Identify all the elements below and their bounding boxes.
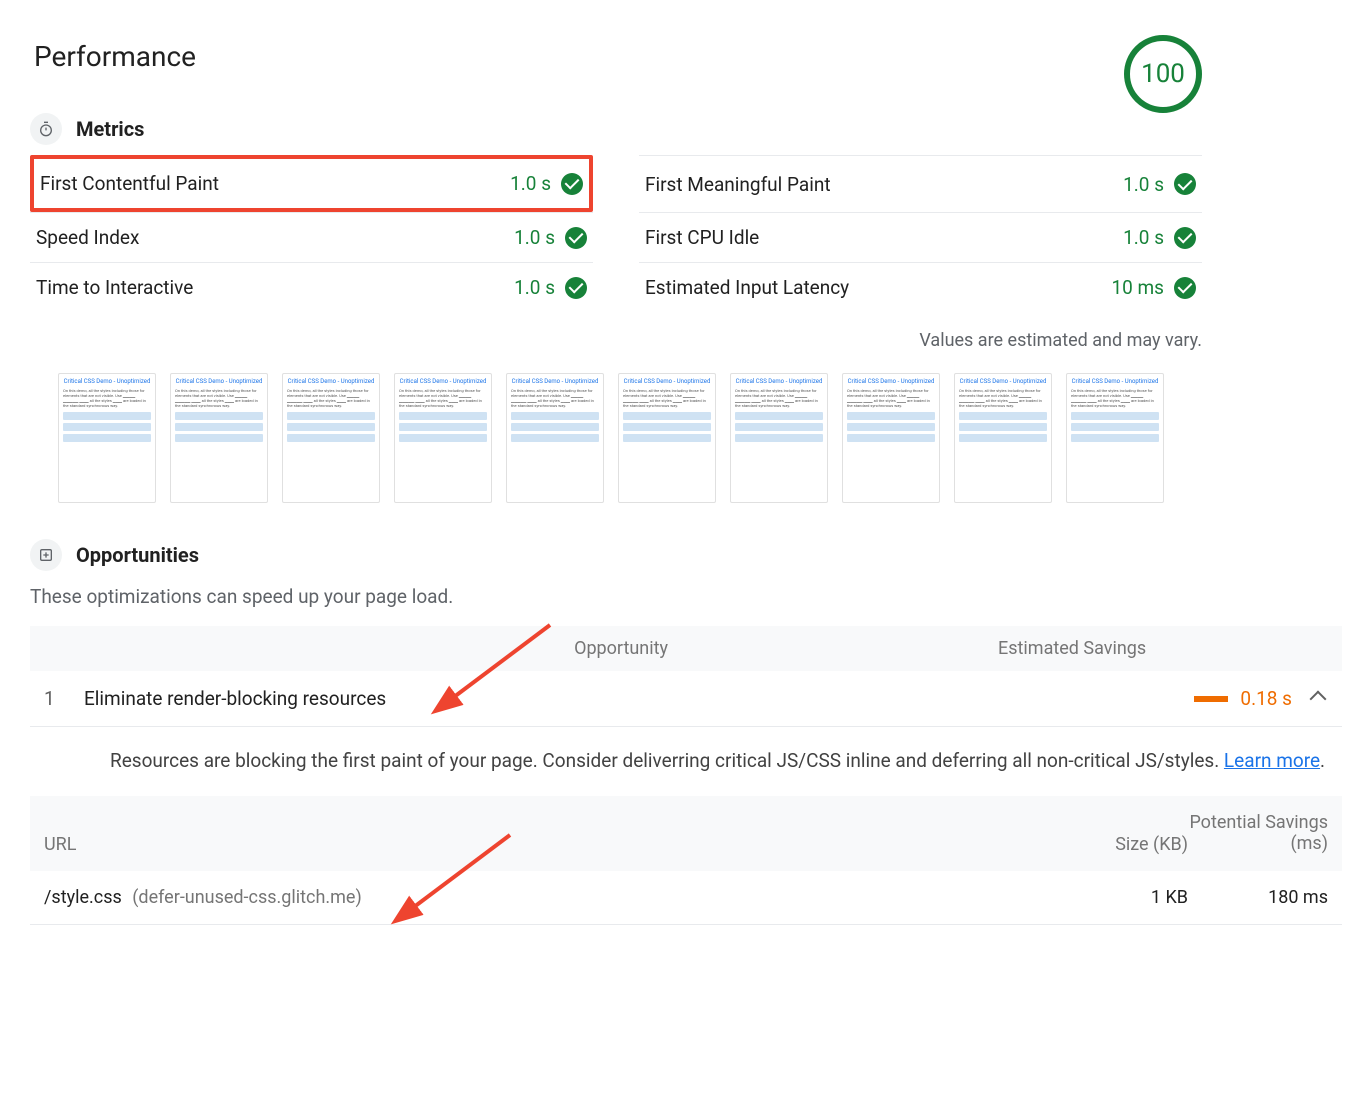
opportunity-detail: Resources are blocking the first paint o… (30, 727, 1342, 796)
url-table-header: URL Size (KB) Potential Savings (ms) (30, 796, 1342, 871)
filmstrip-thumb: Critical CSS Demo - UnoptimizedOn this d… (842, 373, 940, 503)
metric-row[interactable]: Estimated Input Latency 10 ms (639, 262, 1202, 312)
check-icon (565, 277, 587, 299)
metric-value: 1.0 s (514, 226, 555, 249)
filmstrip-thumb: Critical CSS Demo - UnoptimizedOn this d… (954, 373, 1052, 503)
opportunities-label: Opportunities (76, 543, 199, 567)
metric-value: 1.0 s (510, 172, 551, 195)
opportunity-row[interactable]: 1 Eliminate render-blocking resources 0.… (30, 671, 1342, 727)
metric-row[interactable]: Speed Index 1.0 s (30, 212, 593, 262)
check-icon (1174, 227, 1196, 249)
url-host: (defer-unused-css.glitch.me) (132, 887, 361, 908)
metric-row[interactable]: First CPU Idle 1.0 s (639, 212, 1202, 262)
metric-row[interactable]: First Meaningful Paint 1.0 s (639, 155, 1202, 212)
savings-bar (1194, 696, 1228, 702)
metric-label: Speed Index (36, 226, 139, 249)
metric-value: 1.0 s (1123, 226, 1164, 249)
column-savings: Estimated Savings (928, 638, 1328, 659)
column-size: Size (KB) (1068, 834, 1188, 855)
metric-label: First Contentful Paint (40, 172, 219, 195)
check-icon (1174, 277, 1196, 299)
opportunities-description: These optimizations can speed up your pa… (30, 585, 1342, 608)
url-row: /style.css (defer-unused-css.glitch.me) … (30, 871, 1342, 926)
metric-value: 1.0 s (1123, 173, 1164, 196)
chevron-up-icon[interactable] (1310, 690, 1327, 707)
filmstrip-thumb: Critical CSS Demo - UnoptimizedOn this d… (282, 373, 380, 503)
learn-more-link[interactable]: Learn more (1224, 749, 1320, 772)
check-icon (565, 227, 587, 249)
metrics-footnote: Values are estimated and may vary. (30, 330, 1202, 351)
page-title: Performance (34, 40, 196, 73)
opportunity-index: 1 (44, 687, 84, 710)
performance-score: 100 (1124, 35, 1202, 113)
url-path: /style.css (44, 887, 122, 908)
filmstrip-thumb: Critical CSS Demo - UnoptimizedOn this d… (170, 373, 268, 503)
metrics-section-header: Metrics (30, 113, 1342, 145)
column-opportunity: Opportunity (96, 638, 928, 659)
filmstrip-thumb: Critical CSS Demo - UnoptimizedOn this d… (394, 373, 492, 503)
column-potential: Potential Savings (ms) (1188, 812, 1328, 855)
filmstrip-thumb: Critical CSS Demo - UnoptimizedOn this d… (58, 373, 156, 503)
url-potential: 180 ms (1188, 887, 1328, 909)
metric-label: Estimated Input Latency (645, 276, 849, 299)
filmstrip-thumb: Critical CSS Demo - UnoptimizedOn this d… (1066, 373, 1164, 503)
filmstrip-thumb: Critical CSS Demo - UnoptimizedOn this d… (506, 373, 604, 503)
metric-label: First Meaningful Paint (645, 173, 831, 196)
opportunity-name: Eliminate render-blocking resources (84, 687, 1128, 710)
filmstrip: Critical CSS Demo - UnoptimizedOn this d… (58, 373, 1342, 503)
url-size: 1 KB (1068, 887, 1188, 908)
metric-row[interactable]: Time to Interactive 1.0 s (30, 262, 593, 312)
opportunity-savings: 0.18 s (1240, 687, 1292, 710)
metric-value: 10 ms (1111, 276, 1164, 299)
metric-label: First CPU Idle (645, 226, 759, 249)
metric-value: 1.0 s (514, 276, 555, 299)
check-icon (561, 173, 583, 195)
check-icon (1174, 173, 1196, 195)
stopwatch-icon (30, 113, 62, 145)
filmstrip-thumb: Critical CSS Demo - UnoptimizedOn this d… (618, 373, 716, 503)
metric-row[interactable]: First Contentful Paint 1.0 s (30, 155, 593, 212)
filmstrip-thumb: Critical CSS Demo - UnoptimizedOn this d… (730, 373, 828, 503)
metrics-label: Metrics (76, 117, 144, 141)
opportunities-table-header: Opportunity Estimated Savings (30, 626, 1342, 671)
metric-label: Time to Interactive (36, 276, 193, 299)
column-url: URL (44, 834, 1068, 855)
opportunities-section-header: Opportunities (30, 539, 1342, 571)
sparkle-icon (30, 539, 62, 571)
